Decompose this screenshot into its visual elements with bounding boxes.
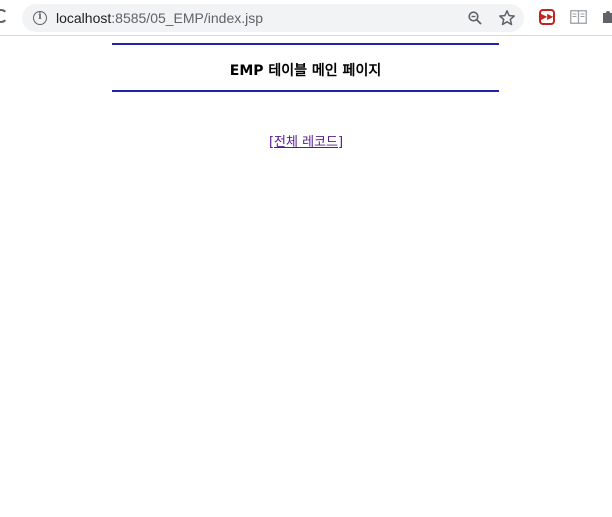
reader-icon[interactable] <box>570 10 587 24</box>
all-records-link[interactable]: [전체 레코드] <box>0 131 612 150</box>
url-text[interactable]: localhost:8585/05_EMP/index.jsp <box>56 10 263 26</box>
url-path: :8585/05_EMP/index.jsp <box>111 10 264 26</box>
address-bar[interactable]: i localhost:8585/05_EMP/index.jsp <box>22 4 524 32</box>
reload-icon[interactable] <box>0 9 8 23</box>
puzzle-icon[interactable] <box>601 9 612 25</box>
browser-toolbar: i localhost:8585/05_EMP/index.jsp ▶▶ <box>0 0 612 36</box>
url-host: localhost <box>56 10 112 26</box>
info-icon[interactable]: i <box>33 11 47 25</box>
page-title: EMP 테이블 메인 페이지 <box>229 63 382 79</box>
title-table: EMP 테이블 메인 페이지 <box>112 43 499 92</box>
star-icon[interactable] <box>498 9 516 27</box>
extension-red-icon[interactable]: ▶▶ <box>539 9 555 25</box>
zoom-icon[interactable] <box>468 11 482 25</box>
